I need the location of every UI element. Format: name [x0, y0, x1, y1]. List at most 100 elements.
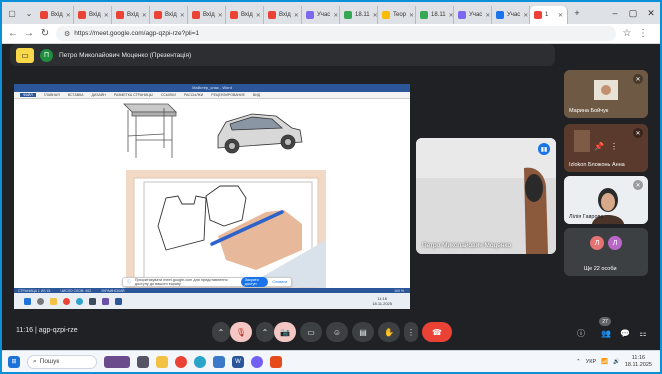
leave-call-button[interactable]: ☎ [422, 322, 452, 342]
shared-screen[interactable]: Майстер_клас - Word ФАЙЛ ГЛАВНАЯ ВСТАВКА ДИ… [14, 84, 410, 309]
store-icon [89, 297, 96, 305]
window-menu-icon[interactable]: ▢ [5, 6, 19, 20]
tab-favicon-icon [154, 11, 162, 19]
participant-tile[interactable]: ✕ Лілія Гаврова [564, 176, 648, 224]
participant-tile[interactable]: ✕ 📌 ⋮ Izlokon Бложонь Анна [564, 124, 648, 172]
tab-close-icon[interactable]: ✕ [104, 12, 109, 19]
tab-close-icon[interactable]: ✕ [558, 12, 563, 19]
new-tab-button[interactable]: + [568, 4, 586, 22]
tab-close-icon[interactable]: ✕ [218, 12, 223, 19]
site-info-icon[interactable]: ⚙ [64, 30, 70, 38]
tab-close-icon[interactable]: ✕ [373, 12, 377, 19]
more-options-icon[interactable]: ⋮ [610, 142, 618, 151]
tab-favicon-icon [344, 11, 352, 19]
emoji-button[interactable]: ☺ [326, 322, 348, 342]
more-participants-tile[interactable]: Л Л Ще 22 особи [564, 228, 648, 276]
photos-icon[interactable] [213, 355, 225, 368]
browser-tab[interactable]: Учас ✕ [302, 6, 340, 24]
system-date: 18.11.2025 [624, 361, 652, 368]
tray-chevron-icon[interactable]: ⌃ [576, 359, 581, 365]
browser-tab[interactable]: Вхід ✕ [226, 6, 264, 24]
present-button[interactable]: ▭ [300, 322, 322, 342]
participant-name: Петро Миколайович Моценко [422, 242, 511, 249]
activities-icon[interactable]: ⚏ [636, 326, 650, 340]
people-icon[interactable]: 👥 [599, 326, 613, 340]
reload-icon[interactable]: ↻ [40, 28, 50, 39]
maximize-button[interactable]: ▢ [624, 4, 642, 22]
tab-label: Вхід [203, 12, 215, 18]
tab-close-icon[interactable]: ✕ [180, 12, 185, 19]
system-clock[interactable]: 11:16 18.11.2025 [625, 355, 652, 369]
meeting-details-icon[interactable]: ⓘ [574, 326, 588, 340]
browser-tab[interactable]: Вхід ✕ [264, 6, 302, 24]
language-indicator[interactable]: УКР [586, 359, 596, 365]
browser-tab[interactable]: Вхід ✕ [188, 6, 226, 24]
audio-options-button[interactable]: ⌃ [212, 322, 230, 342]
tab-close-icon[interactable]: ✕ [333, 12, 338, 19]
browser-tab[interactable]: Вхід ✕ [74, 6, 112, 24]
hide-notice-button[interactable]: Сховати [272, 280, 287, 284]
browser-menu-icon[interactable]: ⋮ [638, 28, 648, 39]
stool-drawing [123, 103, 177, 158]
pin-icon[interactable]: 📌 [594, 142, 604, 151]
captions-button[interactable]: ▤ [352, 322, 374, 342]
tab-label: Вхід [165, 12, 177, 18]
participant-tile[interactable]: ✕ Марина Бойчук [564, 70, 648, 118]
tab-label: Teop [393, 12, 407, 18]
participant-name: Izlokon Бложонь Анна [569, 162, 625, 168]
search-label: Пошук [39, 358, 60, 365]
browser-tab[interactable]: Учас ✕ [492, 6, 530, 24]
minimize-button[interactable]: – [606, 4, 624, 22]
browser-tab[interactable]: Teop ✕ [378, 6, 416, 24]
browser-tab[interactable]: Вхід ✕ [150, 6, 188, 24]
start-icon[interactable]: ⊞ [8, 355, 20, 368]
tab-close-icon[interactable]: ✕ [66, 12, 71, 19]
chat-icon[interactable]: 💬 [618, 326, 632, 340]
browser-tab[interactable]: Вхід ✕ [112, 6, 150, 24]
word-icon[interactable]: W [232, 355, 244, 368]
task-view-icon[interactable] [137, 355, 149, 368]
bookmark-star-icon[interactable]: ☆ [622, 28, 632, 39]
mic-toggle-button[interactable]: 🎙 [230, 322, 252, 342]
participant-tile-main[interactable]: ▮▮ Петро Миколайович Моценко [416, 138, 556, 254]
widget-icon[interactable] [104, 355, 130, 368]
url-text: https://meet.google.com/agp-qzpi-rze?pli… [74, 30, 200, 37]
tab-close-icon[interactable]: ✕ [449, 12, 453, 19]
volume-icon[interactable]: 🔊 [613, 359, 620, 365]
url-input[interactable]: ⚙ https://meet.google.com/agp-qzpi-rze?p… [56, 26, 616, 41]
close-window-button[interactable]: ✕ [642, 4, 660, 22]
tab-close-icon[interactable]: ✕ [485, 12, 490, 19]
ribbon-tab: РЕЦЕНЗИРОВАНИЕ [211, 93, 245, 97]
browser-tab[interactable]: 18.11 ✕ [340, 6, 378, 24]
raise-hand-button[interactable]: ✋ [378, 322, 400, 342]
tab-close-icon[interactable]: ✕ [523, 12, 528, 19]
tab-close-icon[interactable]: ✕ [409, 12, 414, 19]
browser-tab[interactable]: 1 ✕ [530, 6, 568, 24]
doc-language: УКРАИНСКИЙ [101, 288, 125, 293]
ribbon-tab: РАССЫЛКИ [183, 93, 204, 97]
file-explorer-icon[interactable] [156, 355, 168, 368]
video-options-button[interactable]: ⌃ [256, 322, 274, 342]
tab-close-icon[interactable]: ✕ [256, 12, 261, 19]
camera-feed [416, 138, 556, 254]
camera-toggle-button[interactable]: 📷 [274, 322, 296, 342]
network-icon[interactable]: 📶 [601, 359, 608, 365]
tab-close-icon[interactable]: ✕ [294, 12, 299, 19]
viber-icon[interactable] [251, 355, 263, 368]
search-input[interactable]: ⌕ Пошук [27, 354, 97, 369]
edge-icon[interactable] [194, 355, 206, 368]
chrome-icon[interactable] [175, 355, 187, 368]
presentation-title: Петро Миколайович Моценко (Презентація) [59, 51, 192, 59]
tab-label: 1 [545, 12, 549, 18]
more-options-button[interactable]: ⋮ [404, 322, 418, 342]
browser-tab[interactable]: 18.11 ✕ [416, 6, 454, 24]
tab-search-icon[interactable]: ⌄ [22, 6, 36, 20]
back-icon[interactable]: ← [8, 28, 18, 39]
browser-tab[interactable]: Учас ✕ [454, 6, 492, 24]
stop-sharing-button[interactable]: Закрити доступ [240, 277, 269, 287]
app-icon[interactable] [270, 355, 282, 368]
tab-close-icon[interactable]: ✕ [142, 12, 147, 19]
forward-icon[interactable]: → [24, 28, 34, 39]
browser-tab[interactable]: Вхід ✕ [36, 6, 74, 24]
page-count: СТРАНИЦА 1 ИЗ 15 [18, 288, 51, 293]
